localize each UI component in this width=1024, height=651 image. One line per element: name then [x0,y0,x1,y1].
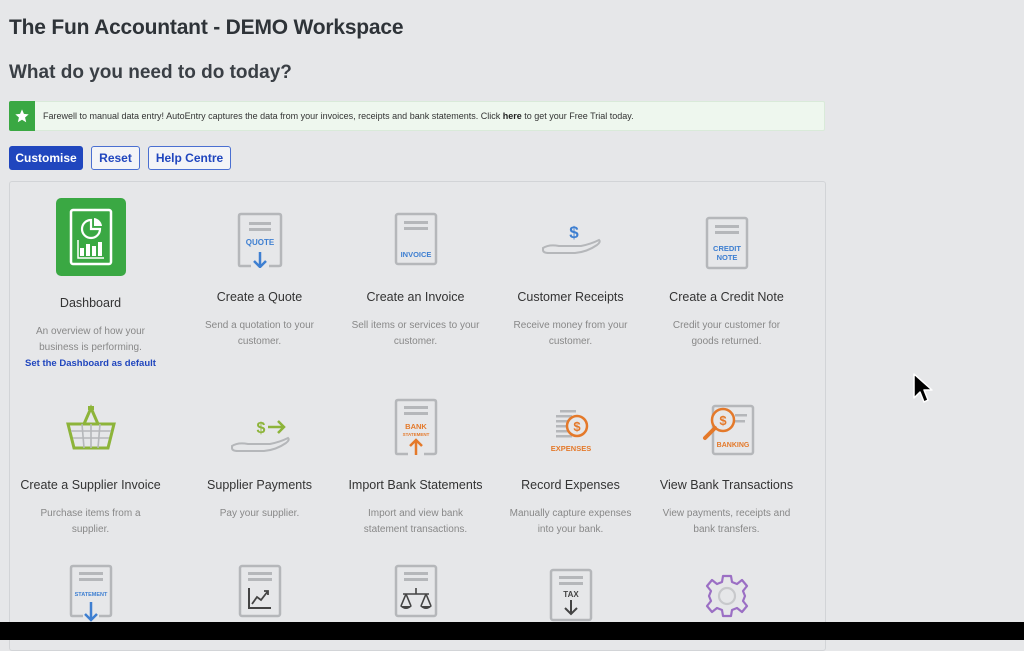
svg-text:$: $ [569,223,579,242]
svg-text:CREDIT: CREDIT [713,244,741,253]
tile-create-quote[interactable]: QUOTE Create a Quote Send a quotation to… [182,182,337,382]
svg-text:STATEMENT: STATEMENT [74,592,107,598]
page-subtitle: What do you need to do today? [9,62,292,83]
svg-text:$: $ [573,419,581,434]
bank-statement-icon: BANK STATEMENT [394,398,438,461]
customise-button[interactable]: Customise [9,146,83,170]
tile-description: Pay your supplier. [219,508,300,519]
tile-create-credit-note[interactable]: CREDIT NOTE Create a Credit Note Credit … [649,182,804,382]
tile-description: Send a quotation to your customer. [205,320,314,347]
settings-gear-icon [703,572,751,625]
tile-import-bank-statements[interactable]: BANK STATEMENT Import Bank Statements Im… [338,392,493,542]
tile-title: Customer Receipts [517,290,624,304]
page-title: The Fun Accountant - DEMO Workspace [9,16,404,39]
tile-title: Create a Credit Note [669,290,784,304]
tile-supplier-payments[interactable]: $ Supplier Payments Pay your supplier. [182,392,337,542]
autoentry-banner: Farewell to manual data entry! AutoEntry… [9,101,825,131]
svg-text:EXPENSES: EXPENSES [550,444,590,453]
tile-view-bank-transactions[interactable]: $ BANKING View Bank Transactions View pa… [649,392,804,542]
svg-text:TAX: TAX [563,590,579,599]
svg-text:$: $ [256,420,265,437]
tile-description: Purchase items from a supplier. [40,508,141,535]
tile-description: Receive money from your customer. [513,320,628,347]
dashboard-icon [55,198,126,281]
set-dashboard-default-link[interactable]: Set the Dashboard as default [13,358,168,369]
tile-title: Import Bank Statements [348,478,483,492]
tile-customer-receipts[interactable]: $ Customer Receipts Receive money from y… [493,182,648,382]
svg-text:BANK: BANK [405,422,427,431]
tile-create-invoice[interactable]: INVOICE Create an Invoice Sell items or … [338,182,493,382]
report-chart-icon [238,564,282,623]
basket-icon [65,404,116,455]
banner-text-before: Farewell to manual data entry! AutoEntry… [43,111,503,121]
tile-record-expenses[interactable]: $ EXPENSES Record Expenses Manually capt… [493,392,648,542]
tile-create-supplier-invoice[interactable]: Create a Supplier Invoice Purchase items… [13,392,168,542]
help-centre-button[interactable]: Help Centre [148,146,231,170]
tile-title: Create an Invoice [366,290,465,304]
banner-message: Farewell to manual data entry! AutoEntry… [43,111,634,121]
svg-text:NOTE: NOTE [716,253,737,262]
statement-icon: STATEMENT [69,564,113,627]
svg-text:INVOICE: INVOICE [400,250,431,259]
tile-description: Sell items or services to your customer. [351,320,480,347]
banner-text-after: to get your Free Trial today. [521,111,634,121]
tile-title: Create a Quote [216,290,303,304]
balance-scale-icon [394,564,438,623]
tile-description: An overview of how your business is perf… [36,326,145,353]
task-panel: Dashboard An overview of how your busine… [9,181,826,651]
tile-title: Dashboard [59,296,122,310]
tile-title: Record Expenses [521,478,620,492]
svg-text:$: $ [719,413,727,428]
star-icon [9,101,35,131]
payment-hand-icon: $ [230,418,290,463]
credit-note-icon: CREDIT NOTE [705,216,749,275]
bottom-bar [0,622,1024,640]
quote-icon: QUOTE [237,212,283,273]
tax-icon: TAX [549,568,593,627]
mouse-cursor-icon [912,372,934,411]
tile-title: Create a Supplier Invoice [20,478,161,492]
tile-description: View payments, receipts and bank transfe… [662,508,791,535]
banking-icon: $ BANKING [699,402,755,463]
tile-description: Import and view bank statement transacti… [363,508,468,535]
tile-dashboard[interactable]: Dashboard An overview of how your busine… [13,182,168,382]
tile-description: Credit your customer for goods returned. [672,320,781,347]
svg-text:QUOTE: QUOTE [245,238,274,247]
free-trial-link[interactable]: here [503,111,522,121]
svg-text:STATEMENT: STATEMENT [402,432,429,437]
expenses-icon: $ EXPENSES [546,408,596,459]
receipt-hand-icon: $ [541,220,601,265]
svg-text:BANKING: BANKING [716,442,749,449]
tile-title: Supplier Payments [207,478,312,492]
invoice-icon: INVOICE [394,212,438,271]
tile-title: View Bank Transactions [659,478,794,492]
tile-description: Manually capture expenses into your bank… [509,508,632,535]
reset-button[interactable]: Reset [91,146,140,170]
